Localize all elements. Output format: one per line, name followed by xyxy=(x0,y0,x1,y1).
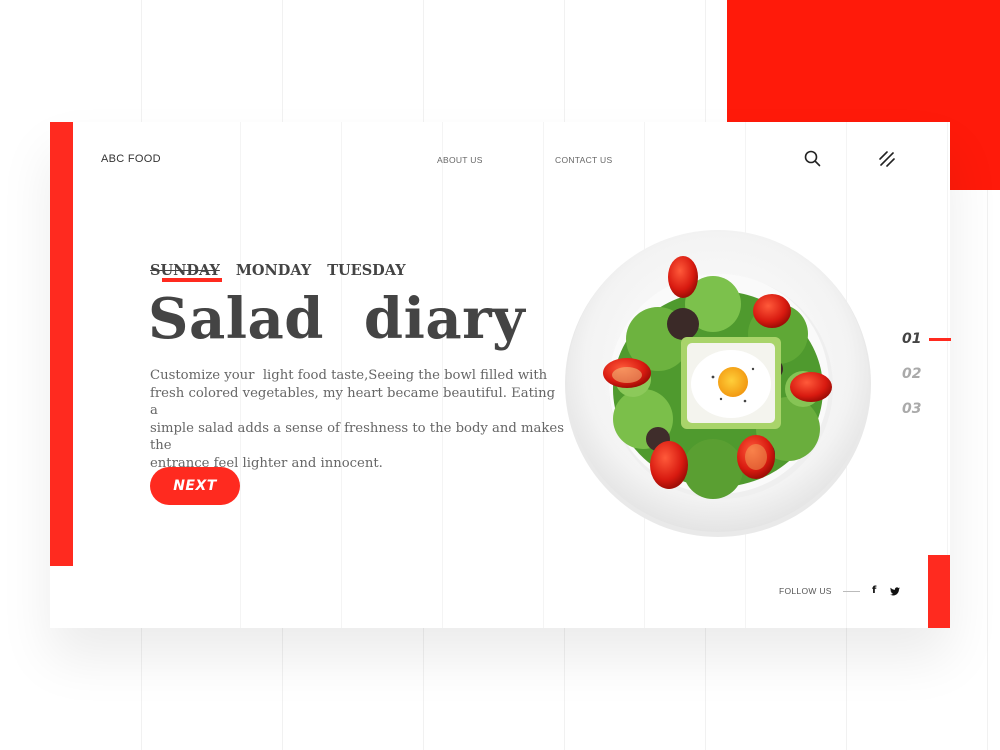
twitter-icon[interactable] xyxy=(890,587,900,596)
pager-item-01[interactable]: 01 xyxy=(902,331,962,366)
pager-item-02[interactable]: 02 xyxy=(902,366,962,401)
pager-active-indicator xyxy=(929,338,951,341)
pager-label: 03 xyxy=(902,401,922,417)
salad-illustration xyxy=(565,230,871,537)
menu-slash-icon[interactable] xyxy=(878,150,896,168)
tab-sunday[interactable]: SUNDAY xyxy=(150,262,222,282)
tab-tuesday[interactable]: TUESDAY xyxy=(327,262,405,279)
salad-plate-image xyxy=(563,229,873,539)
follow-us-label: FOLLOW US xyxy=(779,586,832,596)
left-accent-bar xyxy=(50,122,73,566)
egg xyxy=(681,337,781,429)
nav-about-us[interactable]: ABOUT US xyxy=(437,155,483,165)
follow-divider xyxy=(843,591,860,592)
pager-label: 02 xyxy=(902,366,922,382)
hero-description: Customize your light food taste,Seeing t… xyxy=(150,368,564,471)
bottom-right-accent-bar xyxy=(928,555,950,628)
search-icon[interactable] xyxy=(804,150,821,167)
day-tabs: SUNDAY MONDAY TUESDAY xyxy=(150,262,406,282)
pager-item-03[interactable]: 03 xyxy=(902,401,962,436)
pager-label: 01 xyxy=(902,331,922,347)
brand-logo[interactable]: ABC FOOD xyxy=(101,153,161,165)
slide-pager: 01 02 03 xyxy=(902,331,962,436)
tab-monday[interactable]: MONDAY xyxy=(236,262,311,279)
nav-contact-us[interactable]: CONTACT US xyxy=(555,155,612,165)
next-button[interactable]: NEXT xyxy=(150,467,240,505)
facebook-icon[interactable]: f xyxy=(872,585,876,596)
hero-title: Salad diary xyxy=(148,286,526,352)
